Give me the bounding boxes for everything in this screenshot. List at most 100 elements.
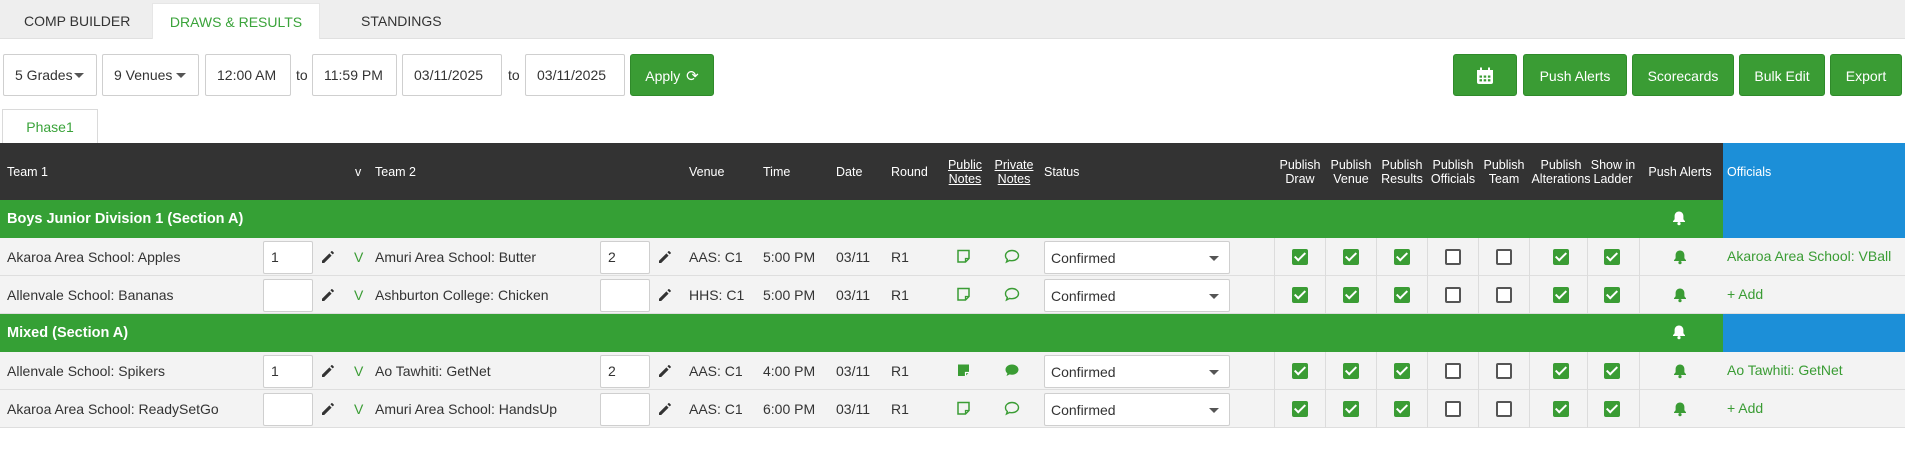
header-publish-results[interactable]: Publish Results <box>1377 143 1427 200</box>
team2-score-input[interactable]: 2 <box>600 355 650 388</box>
team1-score-input[interactable]: 1 <box>263 241 313 274</box>
group-push-alert-bell-icon[interactable] <box>1671 324 1687 344</box>
publish-team-checkbox[interactable] <box>1496 287 1512 303</box>
publish-venue-checkbox[interactable] <box>1343 401 1359 417</box>
export-button[interactable]: Export <box>1830 54 1902 96</box>
header-date[interactable]: Date <box>836 143 862 200</box>
date-to-input[interactable]: 03/11/2025 <box>525 54 625 96</box>
add-official-link[interactable]: + Add <box>1727 390 1763 426</box>
group-push-alert-bell-icon[interactable] <box>1671 210 1687 230</box>
team1-score-input[interactable]: 1 <box>263 355 313 388</box>
status-select[interactable]: Confirmed <box>1044 279 1230 312</box>
publish-venue-checkbox[interactable] <box>1343 249 1359 265</box>
push-alert-bell-icon[interactable] <box>1672 287 1688 306</box>
push-alert-bell-icon[interactable] <box>1672 363 1688 382</box>
team1-score-input[interactable] <box>263 393 313 426</box>
header-private-notes[interactable]: Private Notes <box>991 143 1037 200</box>
public-note-icon[interactable] <box>956 287 971 305</box>
edit-team2-pencil-icon[interactable] <box>657 249 673 268</box>
show-in-ladder-checkbox[interactable] <box>1604 363 1620 379</box>
publish-draw-checkbox[interactable] <box>1292 249 1308 265</box>
publish-team-checkbox[interactable] <box>1496 363 1512 379</box>
publish-officials-checkbox[interactable] <box>1445 249 1461 265</box>
edit-team1-pencil-icon[interactable] <box>320 249 336 268</box>
team2-score-input[interactable] <box>600 393 650 426</box>
publish-alterations-checkbox[interactable] <box>1553 249 1569 265</box>
publish-results-checkbox[interactable] <box>1394 401 1410 417</box>
time-from-input[interactable]: 12:00 AM <box>205 54 291 96</box>
public-note-icon[interactable] <box>956 401 971 419</box>
header-push-alerts[interactable]: Push Alerts <box>1643 143 1717 200</box>
public-note-icon[interactable] <box>956 249 971 267</box>
apply-button[interactable]: Apply ⟳ <box>630 54 714 96</box>
show-in-ladder-checkbox[interactable] <box>1604 401 1620 417</box>
status-select[interactable]: Confirmed <box>1044 241 1230 274</box>
publish-officials-checkbox[interactable] <box>1445 287 1461 303</box>
publish-alterations-checkbox[interactable] <box>1553 287 1569 303</box>
tab-phase1[interactable]: Phase1 <box>2 109 98 143</box>
time-to-input[interactable]: 11:59 PM <box>312 54 397 96</box>
edit-team1-pencil-icon[interactable] <box>320 287 336 306</box>
push-alerts-button[interactable]: Push Alerts <box>1523 54 1627 96</box>
tab-comp-builder[interactable]: COMP BUILDER <box>0 3 154 39</box>
header-officials[interactable]: Officials <box>1723 143 1905 200</box>
publish-venue-checkbox[interactable] <box>1343 287 1359 303</box>
team2-score-input[interactable]: 2 <box>600 241 650 274</box>
edit-team1-pencil-icon[interactable] <box>320 401 336 420</box>
publish-draw-checkbox[interactable] <box>1292 287 1308 303</box>
private-note-chat-icon[interactable] <box>1004 401 1020 419</box>
publish-officials-checkbox[interactable] <box>1445 401 1461 417</box>
public-note-icon[interactable] <box>956 363 971 381</box>
publish-officials-checkbox[interactable] <box>1445 363 1461 379</box>
tab-draws-results[interactable]: DRAWS & RESULTS <box>152 3 320 39</box>
tab-standings[interactable]: STANDINGS <box>337 3 466 39</box>
header-team1[interactable]: Team 1 <box>7 143 48 200</box>
header-publish-team[interactable]: Publish Team <box>1479 143 1529 200</box>
edit-team2-pencil-icon[interactable] <box>657 401 673 420</box>
add-official-link[interactable]: + Add <box>1727 276 1763 312</box>
publish-alterations-checkbox[interactable] <box>1553 401 1569 417</box>
publish-alterations-checkbox[interactable] <box>1553 363 1569 379</box>
publish-draw-checkbox[interactable] <box>1292 401 1308 417</box>
header-public-notes[interactable]: Public Notes <box>942 143 988 200</box>
publish-team-checkbox[interactable] <box>1496 401 1512 417</box>
publish-venue-checkbox[interactable] <box>1343 363 1359 379</box>
header-team2[interactable]: Team 2 <box>375 143 416 200</box>
publish-team-checkbox[interactable] <box>1496 249 1512 265</box>
official-link[interactable]: Akaroa Area School: VBall <box>1727 238 1891 274</box>
edit-team1-pencil-icon[interactable] <box>320 363 336 382</box>
edit-team2-pencil-icon[interactable] <box>657 363 673 382</box>
calendar-button[interactable] <box>1453 54 1517 96</box>
header-publish-draw[interactable]: Publish Draw <box>1275 143 1325 200</box>
official-link[interactable]: Ao Tawhiti: GetNet <box>1727 352 1843 388</box>
show-in-ladder-checkbox[interactable] <box>1604 287 1620 303</box>
private-note-chat-icon[interactable] <box>1004 287 1020 305</box>
edit-team2-pencil-icon[interactable] <box>657 287 673 306</box>
status-select[interactable]: Confirmed <box>1044 355 1230 388</box>
show-in-ladder-checkbox[interactable] <box>1604 249 1620 265</box>
grades-select[interactable]: 5 Grades <box>3 54 97 96</box>
status-select[interactable]: Confirmed <box>1044 393 1230 426</box>
bulk-edit-button[interactable]: Bulk Edit <box>1739 54 1825 96</box>
scorecards-button[interactable]: Scorecards <box>1632 54 1734 96</box>
team1-score-input[interactable] <box>263 279 313 312</box>
publish-results-checkbox[interactable] <box>1394 363 1410 379</box>
publish-draw-checkbox[interactable] <box>1292 363 1308 379</box>
date-from-input[interactable]: 03/11/2025 <box>402 54 502 96</box>
header-publish-alterations[interactable]: Publish Alterations <box>1530 143 1592 200</box>
header-time[interactable]: Time <box>763 143 790 200</box>
header-publish-venue[interactable]: Publish Venue <box>1326 143 1376 200</box>
header-venue[interactable]: Venue <box>689 143 724 200</box>
header-status[interactable]: Status <box>1044 143 1079 200</box>
header-show-in-ladder[interactable]: Show in Ladder <box>1587 143 1639 200</box>
publish-results-checkbox[interactable] <box>1394 249 1410 265</box>
venues-select[interactable]: 9 Venues <box>102 54 199 96</box>
header-round[interactable]: Round <box>891 143 928 200</box>
publish-results-checkbox[interactable] <box>1394 287 1410 303</box>
header-publish-officials[interactable]: Publish Officials <box>1428 143 1478 200</box>
team2-score-input[interactable] <box>600 279 650 312</box>
push-alert-bell-icon[interactable] <box>1672 249 1688 268</box>
private-note-chat-icon[interactable] <box>1004 249 1020 267</box>
push-alert-bell-icon[interactable] <box>1672 401 1688 420</box>
private-note-chat-icon[interactable] <box>1004 363 1020 381</box>
